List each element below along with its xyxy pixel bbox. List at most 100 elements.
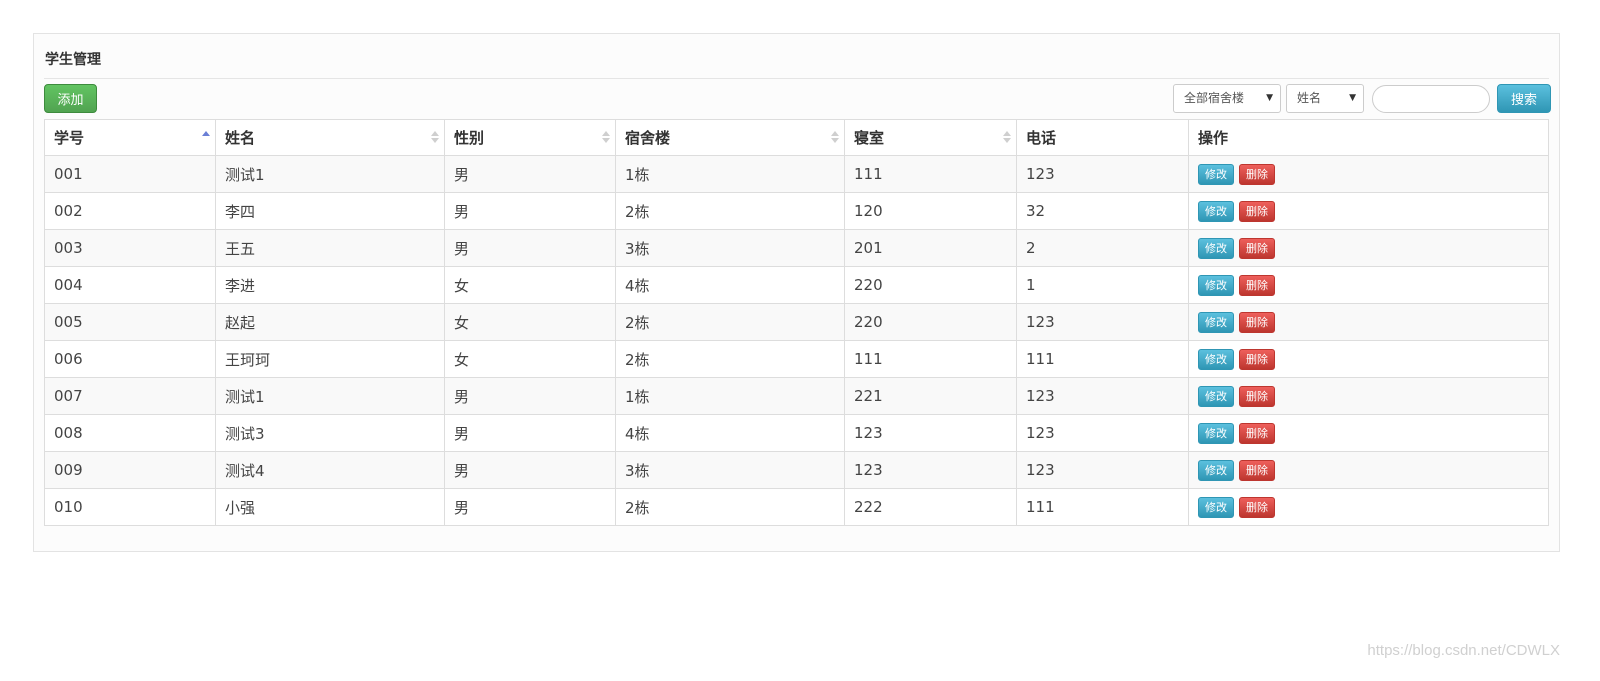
- edit-button[interactable]: 修改: [1198, 200, 1234, 222]
- edit-button[interactable]: 修改: [1198, 237, 1234, 259]
- column-header-room[interactable]: 寝室: [844, 119, 1017, 156]
- column-header-name[interactable]: 姓名: [215, 119, 445, 156]
- cell-building: 3栋: [615, 451, 845, 489]
- cell-name: 王五: [215, 229, 445, 267]
- cell-phone: 123: [1016, 414, 1189, 452]
- student-management-panel: 学生管理 添加 全部宿舍楼 ▼ 姓名 ▼ 搜索 学号 姓名 性别 宿舍楼 寝室 …: [33, 33, 1560, 552]
- cell-id: 005: [44, 303, 216, 341]
- cell-name: 测试3: [215, 414, 445, 452]
- cell-name: 李进: [215, 266, 445, 304]
- search-field-select[interactable]: 姓名 ▼: [1286, 84, 1364, 113]
- cell-name: 测试4: [215, 451, 445, 489]
- delete-button[interactable]: 删除: [1239, 237, 1275, 259]
- table-row: 009 测试4 男 3栋 123 123 修改 删除: [44, 451, 1549, 489]
- caret-down-icon: ▼: [1266, 93, 1273, 103]
- cell-room: 111: [844, 340, 1017, 378]
- delete-button[interactable]: 删除: [1239, 422, 1275, 444]
- table-row: 010 小强男 2栋 222 111 修改 删除: [44, 488, 1549, 526]
- cell-gender: 男: [444, 451, 616, 489]
- cell-phone: 123: [1016, 377, 1189, 415]
- cell-gender: 女: [444, 340, 616, 378]
- delete-button[interactable]: 删除: [1239, 200, 1275, 222]
- student-table: 学号 姓名 性别 宿舍楼 寝室 电话 操作 001 测试1 男 1栋 111 1…: [44, 119, 1549, 526]
- cell-building: 2栋: [615, 303, 845, 341]
- cell-id: 008: [44, 414, 216, 452]
- cell-phone: 32: [1016, 192, 1189, 230]
- cell-id: 003: [44, 229, 216, 267]
- edit-button[interactable]: 修改: [1198, 422, 1234, 444]
- edit-button[interactable]: 修改: [1198, 274, 1234, 296]
- sort-icon: [1003, 130, 1011, 146]
- cell-actions: 修改 删除: [1188, 340, 1549, 378]
- panel-title: 学生管理: [45, 52, 101, 68]
- caret-down-icon: ▼: [1349, 93, 1356, 103]
- cell-actions: 修改 删除: [1188, 266, 1549, 304]
- table-row: 007 测试1 男 1栋 221 123 修改 删除: [44, 377, 1549, 415]
- cell-room: 120: [844, 192, 1017, 230]
- cell-actions: 修改 删除: [1188, 377, 1549, 415]
- search-button[interactable]: 搜索: [1497, 84, 1551, 113]
- cell-room: 201: [844, 229, 1017, 267]
- table-row: 003 王五男 3栋 201 2 修改 删除: [44, 229, 1549, 267]
- cell-id: 010: [44, 488, 216, 526]
- title-divider: [44, 78, 1549, 79]
- cell-id: 006: [44, 340, 216, 378]
- table-row: 008 测试3 男 4栋 123 123 修改 删除: [44, 414, 1549, 452]
- edit-button[interactable]: 修改: [1198, 496, 1234, 518]
- cell-room: 220: [844, 303, 1017, 341]
- edit-button[interactable]: 修改: [1198, 311, 1234, 333]
- cell-room: 222: [844, 488, 1017, 526]
- table-body: 001 测试1 男 1栋 111 123 修改 删除 002 李四男 2栋 120 32 修改 删除 003 王…: [44, 155, 1549, 526]
- cell-building: 4栋: [615, 266, 845, 304]
- column-header-building[interactable]: 宿舍楼: [615, 119, 845, 156]
- delete-button[interactable]: 删除: [1239, 348, 1275, 370]
- edit-button[interactable]: 修改: [1198, 163, 1234, 185]
- column-header-gender[interactable]: 性别: [444, 119, 616, 156]
- cell-id: 004: [44, 266, 216, 304]
- sort-icon: [831, 130, 839, 146]
- table-row: 002 李四男 2栋 120 32 修改 删除: [44, 192, 1549, 230]
- column-header-id[interactable]: 学号: [44, 119, 216, 156]
- edit-button[interactable]: 修改: [1198, 348, 1234, 370]
- sort-ascending-icon: [202, 130, 210, 146]
- cell-room: 111: [844, 155, 1017, 193]
- cell-id: 002: [44, 192, 216, 230]
- delete-button[interactable]: 删除: [1239, 496, 1275, 518]
- building-select-value: 全部宿舍楼: [1184, 91, 1245, 105]
- column-header-actions: 操作: [1188, 119, 1549, 156]
- table-row: 001 测试1 男 1栋 111 123 修改 删除: [44, 155, 1549, 193]
- search-field-value: 姓名: [1297, 91, 1322, 105]
- cell-name: 赵起: [215, 303, 445, 341]
- cell-gender: 男: [444, 414, 616, 452]
- column-header-phone: 电话: [1016, 119, 1189, 156]
- delete-button[interactable]: 删除: [1239, 274, 1275, 296]
- add-button[interactable]: 添加: [44, 84, 97, 113]
- cell-id: 009: [44, 451, 216, 489]
- delete-button[interactable]: 删除: [1239, 163, 1275, 185]
- building-select[interactable]: 全部宿舍楼 ▼: [1173, 84, 1281, 113]
- cell-id: 007: [44, 377, 216, 415]
- cell-id: 001: [44, 155, 216, 193]
- toolbar: 添加 全部宿舍楼 ▼ 姓名 ▼ 搜索: [44, 84, 1551, 114]
- edit-button[interactable]: 修改: [1198, 459, 1234, 481]
- cell-building: 1栋: [615, 377, 845, 415]
- cell-name: 小强: [215, 488, 445, 526]
- sort-icon: [602, 130, 610, 146]
- delete-button[interactable]: 删除: [1239, 459, 1275, 481]
- cell-building: 4栋: [615, 414, 845, 452]
- cell-actions: 修改 删除: [1188, 229, 1549, 267]
- cell-phone: 123: [1016, 451, 1189, 489]
- cell-building: 3栋: [615, 229, 845, 267]
- cell-phone: 1: [1016, 266, 1189, 304]
- delete-button[interactable]: 删除: [1239, 311, 1275, 333]
- cell-room: 221: [844, 377, 1017, 415]
- cell-room: 123: [844, 414, 1017, 452]
- cell-actions: 修改 删除: [1188, 414, 1549, 452]
- search-input[interactable]: [1372, 85, 1490, 113]
- cell-name: 测试1: [215, 155, 445, 193]
- cell-phone: 111: [1016, 340, 1189, 378]
- edit-button[interactable]: 修改: [1198, 385, 1234, 407]
- cell-name: 测试1: [215, 377, 445, 415]
- table-row: 005 赵起女 2栋 220 123 修改 删除: [44, 303, 1549, 341]
- delete-button[interactable]: 删除: [1239, 385, 1275, 407]
